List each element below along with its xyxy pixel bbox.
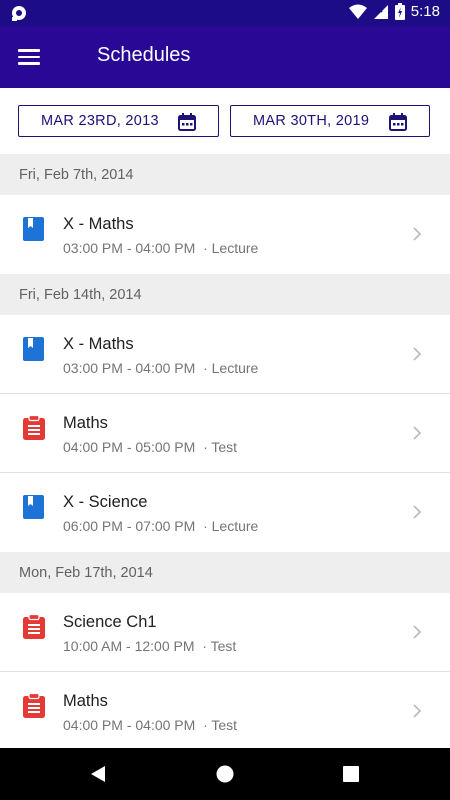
item-type: Test	[211, 717, 238, 733]
menu-icon[interactable]	[18, 45, 40, 69]
home-icon[interactable]	[216, 765, 234, 783]
item-time: 04:00 PM - 04:00 PM	[63, 717, 196, 733]
back-icon[interactable]	[89, 765, 107, 783]
item-subtitle: 04:00 PM - 04:00 PM · Test	[63, 717, 238, 733]
book-icon	[23, 495, 44, 519]
item-type: Test	[211, 439, 238, 455]
notification-icon	[12, 6, 26, 21]
book-icon	[23, 217, 44, 241]
item-time: 10:00 AM - 12:00 PM	[63, 638, 195, 654]
item-time: 06:00 PM - 07:00 PM	[63, 518, 196, 534]
clipboard-icon	[23, 693, 45, 718]
clipboard-icon	[23, 415, 45, 440]
start-date-label: MAR 23RD, 2013	[41, 113, 159, 129]
start-date-button[interactable]: MAR 23RD, 2013	[18, 105, 219, 137]
schedule-list[interactable]: Fri, Feb 7th, 2014 X - Maths 03:00 PM - …	[0, 154, 450, 748]
schedule-item[interactable]: Maths 04:00 PM - 04:00 PM · Test	[0, 672, 450, 748]
item-title: X - Maths	[63, 215, 134, 233]
end-date-button[interactable]: MAR 30TH, 2019	[230, 105, 430, 137]
chevron-right-icon	[413, 505, 422, 519]
schedule-item[interactable]: Maths 04:00 PM - 05:00 PM · Test	[0, 394, 450, 473]
calendar-icon	[389, 113, 407, 131]
item-subtitle: 03:00 PM - 04:00 PM · Lecture	[63, 360, 259, 376]
item-type: Lecture	[211, 360, 259, 376]
navigation-bar	[0, 748, 450, 800]
item-time: 04:00 PM - 05:00 PM	[63, 439, 196, 455]
battery-icon	[394, 3, 405, 20]
status-bar: 5:18	[0, 0, 450, 26]
chevron-right-icon	[413, 426, 422, 440]
chevron-right-icon	[413, 625, 422, 639]
chevron-right-icon	[413, 704, 422, 718]
section-header: Fri, Feb 14th, 2014	[0, 274, 450, 315]
item-type: Test	[210, 638, 237, 654]
status-time: 5:18	[410, 3, 440, 20]
item-subtitle: 04:00 PM - 05:00 PM · Test	[63, 439, 238, 455]
date-range-bar: MAR 23RD, 2013 MAR 30TH, 2019	[0, 88, 450, 154]
item-type: Lecture	[211, 518, 259, 534]
item-title: Science Ch1	[63, 613, 157, 631]
schedule-item[interactable]: X - Maths 03:00 PM - 04:00 PM · Lecture	[0, 315, 450, 394]
item-title: X - Maths	[63, 335, 134, 353]
app-bar: Schedules	[0, 26, 450, 88]
item-subtitle: 10:00 AM - 12:00 PM · Test	[63, 638, 237, 654]
schedule-item[interactable]: X - Science 06:00 PM - 07:00 PM · Lectur…	[0, 473, 450, 552]
clipboard-icon	[23, 614, 45, 639]
chevron-right-icon	[413, 347, 422, 361]
schedule-item[interactable]: X - Maths 03:00 PM - 04:00 PM · Lecture	[0, 195, 450, 274]
item-subtitle: 06:00 PM - 07:00 PM · Lecture	[63, 518, 259, 534]
item-title: Maths	[63, 414, 108, 432]
item-time: 03:00 PM - 04:00 PM	[63, 360, 196, 376]
recents-icon[interactable]	[343, 766, 359, 782]
item-title: Maths	[63, 692, 108, 710]
section-header: Mon, Feb 17th, 2014	[0, 552, 450, 593]
wifi-icon	[348, 4, 367, 19]
chevron-right-icon	[413, 227, 422, 241]
item-type: Lecture	[211, 240, 259, 256]
page-title: Schedules	[97, 44, 191, 66]
item-subtitle: 03:00 PM - 04:00 PM · Lecture	[63, 240, 259, 256]
signal-icon	[373, 4, 388, 19]
item-title: X - Science	[63, 493, 148, 511]
section-header: Fri, Feb 7th, 2014	[0, 154, 450, 195]
item-time: 03:00 PM - 04:00 PM	[63, 240, 196, 256]
schedule-item[interactable]: Science Ch1 10:00 AM - 12:00 PM · Test	[0, 593, 450, 672]
book-icon	[23, 337, 44, 361]
calendar-icon	[178, 113, 196, 131]
end-date-label: MAR 30TH, 2019	[253, 113, 370, 129]
